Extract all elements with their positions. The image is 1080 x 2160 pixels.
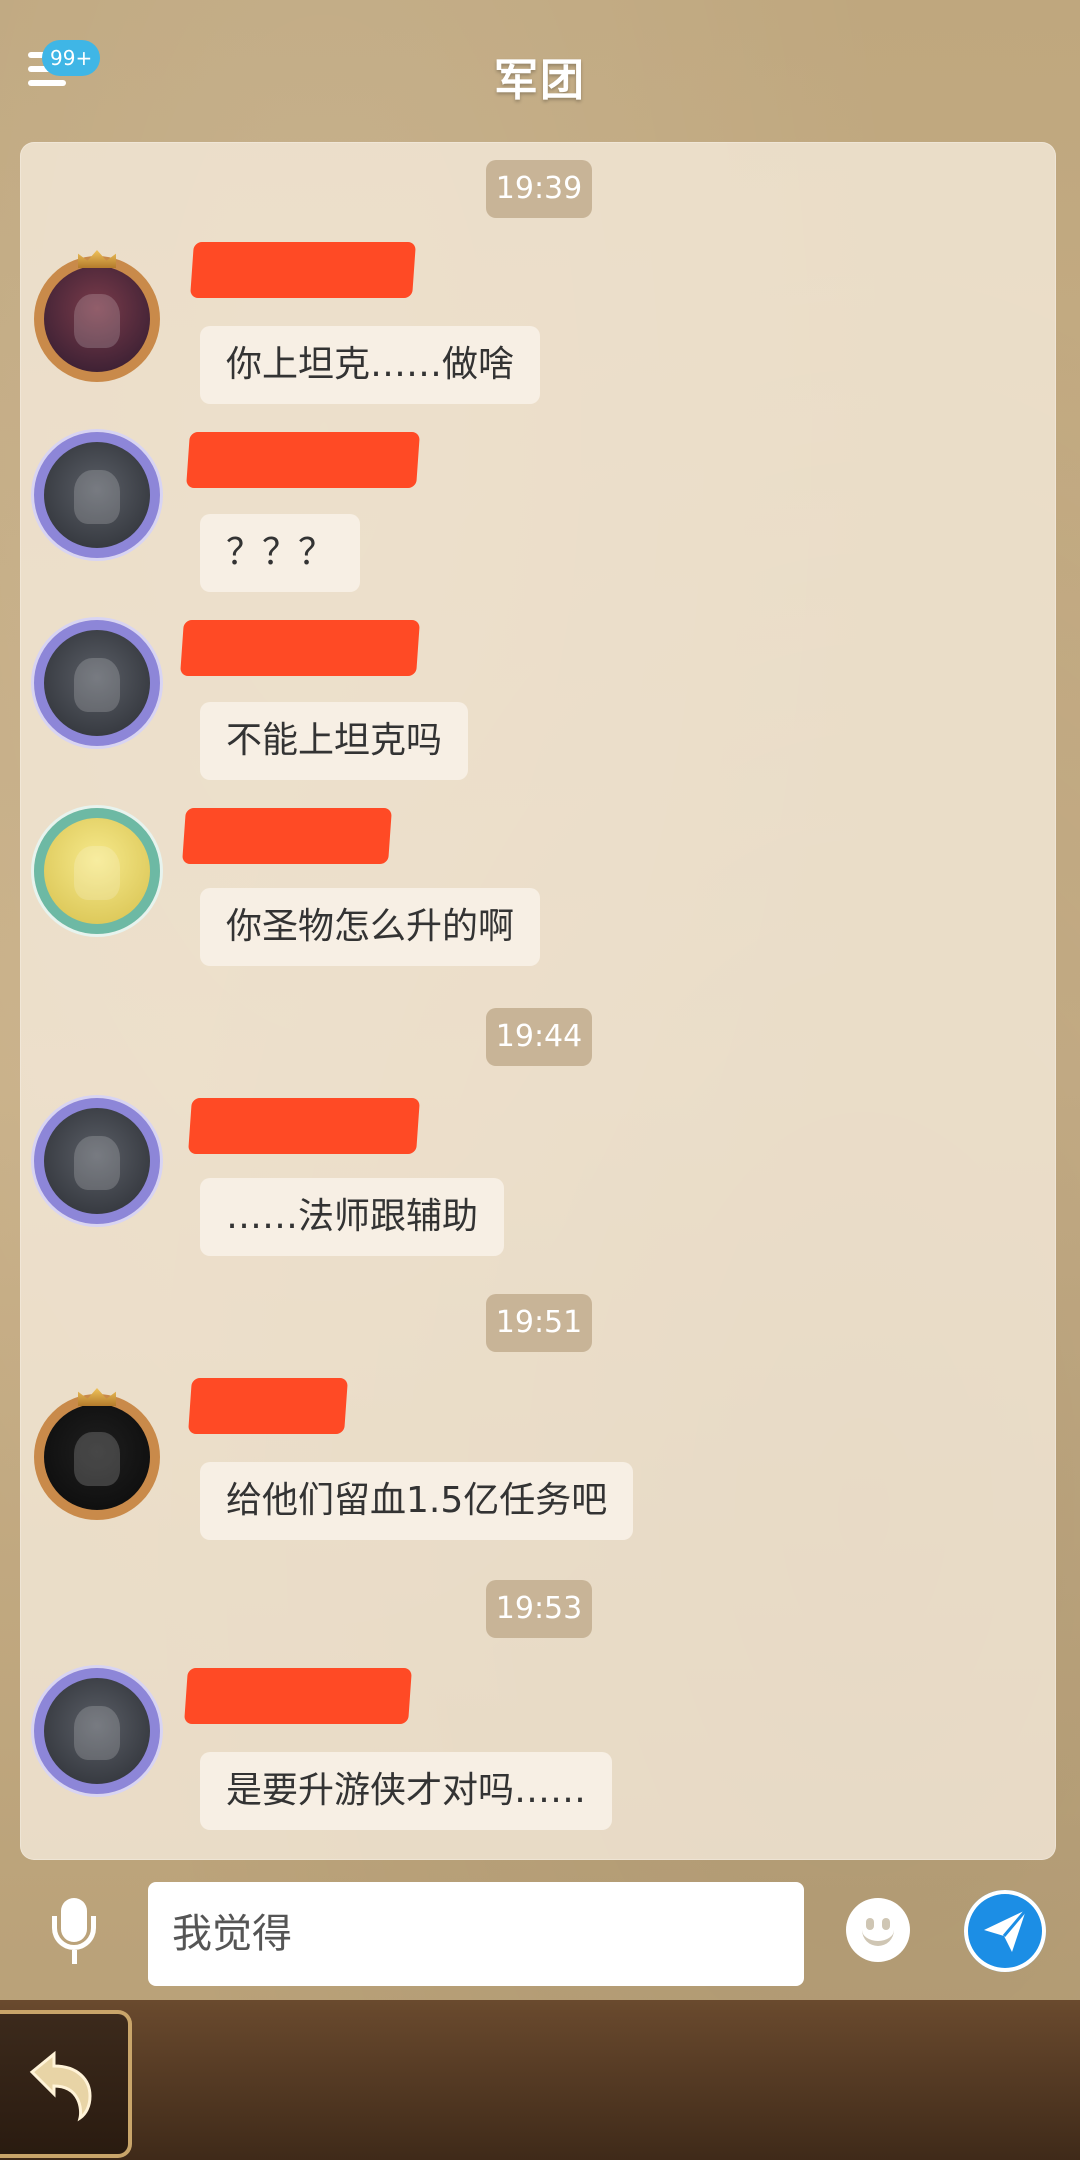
sender-name-redacted: [190, 242, 416, 298]
avatar[interactable]: [34, 808, 160, 934]
message-input[interactable]: 我觉得: [148, 1882, 804, 1986]
avatar[interactable]: [34, 432, 160, 558]
sender-name-redacted: [184, 1668, 412, 1724]
back-arrow-icon: [29, 2050, 92, 2122]
emoji-icon[interactable]: [846, 1898, 910, 1962]
message-bubble: ？？？: [200, 514, 361, 592]
avatar[interactable]: [34, 1098, 160, 1224]
timestamp: 19:44: [486, 1008, 592, 1066]
sender-name-redacted: [182, 808, 392, 864]
sender-name-redacted: [188, 1378, 348, 1434]
page-title: 军团: [494, 55, 586, 106]
timestamp: 19:39: [486, 160, 592, 218]
crown-icon: [78, 1388, 116, 1406]
message-bubble: 给他们留血1.5亿任务吧: [200, 1462, 634, 1540]
message-bubble: 是要升游侠才对吗……: [200, 1752, 613, 1830]
message-bubble: 你上坦克……做啥: [200, 326, 541, 404]
timestamp: 19:53: [486, 1580, 592, 1638]
header: 99+ 军团: [0, 0, 1080, 140]
avatar[interactable]: [34, 620, 160, 746]
chat-panel[interactable]: 19:39 你上坦克……做啥 ？？？ 不能上坦克吗 你圣物怎么升的啊 19:44…: [20, 142, 1056, 1860]
send-icon: [984, 1909, 1028, 1952]
bottom-bar: [0, 2000, 1080, 2160]
send-button[interactable]: [964, 1890, 1046, 1972]
crown-icon: [78, 250, 116, 268]
avatar[interactable]: [34, 1668, 160, 1794]
input-bar: 我觉得: [0, 1870, 1080, 1990]
sender-name-redacted: [188, 1098, 420, 1154]
sender-name-redacted: [186, 432, 420, 488]
avatar[interactable]: [34, 1388, 160, 1520]
message-bubble: 你圣物怎么升的啊: [200, 888, 541, 966]
mic-icon[interactable]: [44, 1898, 104, 1970]
message-bubble: ……法师跟辅助: [200, 1178, 505, 1256]
sender-name-redacted: [180, 620, 420, 676]
timestamp: 19:51: [486, 1294, 592, 1352]
avatar[interactable]: [34, 250, 160, 382]
message-bubble: 不能上坦克吗: [200, 702, 469, 780]
back-button[interactable]: [0, 2010, 132, 2158]
